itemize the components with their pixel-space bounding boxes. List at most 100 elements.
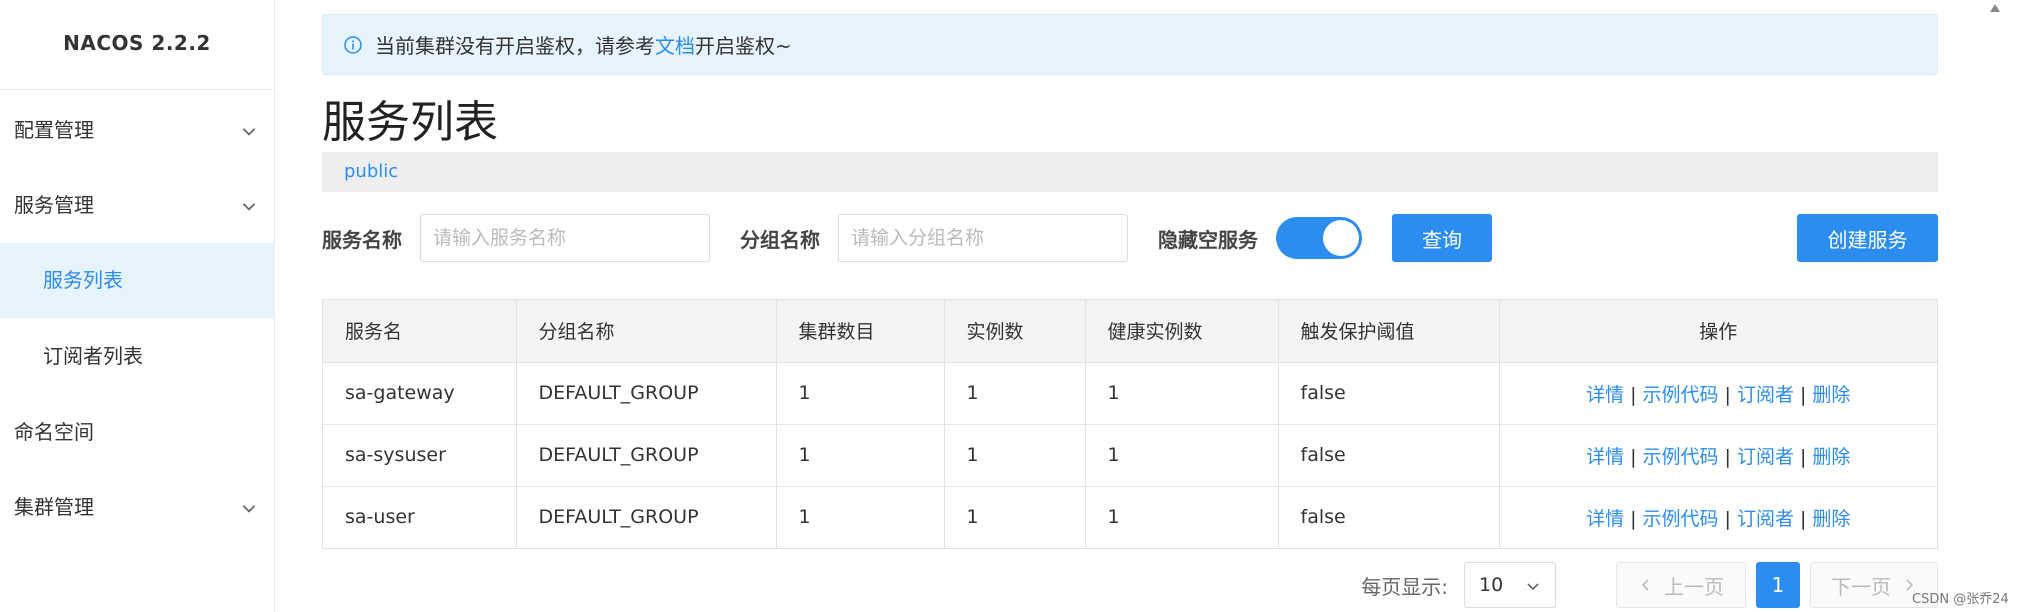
- subscribers-link[interactable]: 订阅者: [1737, 508, 1794, 530]
- cell-instance-count: 1: [944, 486, 1086, 548]
- cell-actions: 详情 | 示例代码 | 订阅者 | 删除: [1499, 486, 1937, 548]
- per-page-select[interactable]: 10: [1464, 562, 1556, 608]
- cell-healthy-count: 1: [1085, 424, 1279, 487]
- chevron-left-icon: [1641, 579, 1649, 591]
- chevron-down-icon: [239, 93, 259, 168]
- sample-code-link[interactable]: 示例代码: [1643, 446, 1719, 468]
- query-button[interactable]: 查询: [1392, 214, 1492, 262]
- cell-cluster-count: 1: [776, 362, 945, 425]
- brand-logo: NACOS 2.2.2: [0, 0, 274, 90]
- column-header: 分组名称: [516, 300, 777, 363]
- page-title: 服务列表: [322, 97, 498, 148]
- namespace-public[interactable]: public: [344, 161, 398, 182]
- column-header: 集群数目: [776, 300, 945, 363]
- cell-cluster-count: 1: [776, 486, 945, 548]
- cell-service-name: sa-sysuser: [323, 424, 517, 487]
- cell-service-name: sa-gateway: [323, 362, 517, 425]
- cell-group-name: DEFAULT_GROUP: [516, 486, 777, 548]
- delete-link[interactable]: 删除: [1812, 446, 1850, 468]
- action-separator: |: [1799, 507, 1807, 530]
- cell-threshold: false: [1278, 362, 1500, 425]
- column-header: 触发保护阈值: [1278, 300, 1500, 363]
- service-name-label: 服务名称: [322, 227, 402, 252]
- per-page-label: 每页显示:: [1361, 574, 1448, 599]
- filter-bar: 服务名称 分组名称 隐藏空服务 查询 创建服务: [322, 214, 1938, 262]
- subscribers-link[interactable]: 订阅者: [1737, 384, 1794, 406]
- action-separator: |: [1724, 507, 1731, 530]
- sidebar-item-service-list[interactable]: 服务列表: [0, 243, 275, 318]
- action-separator: |: [1724, 383, 1731, 406]
- cell-actions: 详情 | 示例代码 | 订阅者 | 删除: [1499, 362, 1937, 425]
- watermark: CSDN @张乔24: [1912, 592, 2009, 607]
- create-service-button[interactable]: 创建服务: [1797, 214, 1938, 262]
- alert-text: 当前集群没有开启鉴权，请参考: [375, 34, 655, 58]
- subscribers-link[interactable]: 订阅者: [1737, 446, 1794, 468]
- cell-healthy-count: 1: [1085, 362, 1279, 425]
- cell-threshold: false: [1278, 486, 1500, 548]
- chevron-down-icon: [239, 168, 259, 243]
- page-number-1[interactable]: 1: [1756, 562, 1800, 608]
- action-separator: |: [1799, 383, 1807, 406]
- toggle-knob: [1323, 220, 1359, 256]
- details-link[interactable]: 详情: [1586, 384, 1624, 406]
- column-header: 健康实例数: [1085, 300, 1279, 363]
- scroll-up-arrow-icon[interactable]: [1988, 2, 2002, 14]
- sidebar-item-label: 集群管理: [14, 495, 94, 519]
- prev-page-label: 上一页: [1664, 574, 1724, 599]
- auth-alert: 当前集群没有开启鉴权，请参考 文档 开启鉴权~: [322, 14, 1938, 75]
- delete-link[interactable]: 删除: [1812, 508, 1850, 530]
- sidebar-item-config-management[interactable]: 配置管理: [0, 93, 275, 168]
- prev-page-button[interactable]: 上一页: [1616, 562, 1746, 608]
- sidebar-item-subscriber-list[interactable]: 订阅者列表: [0, 319, 275, 394]
- cell-actions: 详情 | 示例代码 | 订阅者 | 删除: [1499, 424, 1937, 487]
- service-table: 服务名 分组名称 集群数目 实例数 健康实例数 触发保护阈值 操作 sa-gat…: [322, 299, 1938, 549]
- action-separator: |: [1630, 507, 1637, 530]
- group-name-label: 分组名称: [740, 227, 820, 252]
- action-separator: |: [1630, 445, 1637, 468]
- table-header-row: 服务名 分组名称 集群数目 实例数 健康实例数 触发保护阈值 操作: [323, 300, 1937, 363]
- cell-group-name: DEFAULT_GROUP: [516, 362, 777, 425]
- sample-code-link[interactable]: 示例代码: [1643, 508, 1719, 530]
- per-page-value: 10: [1479, 574, 1504, 596]
- next-page-label: 下一页: [1831, 574, 1891, 599]
- sidebar-item-namespace[interactable]: 命名空间: [0, 395, 275, 470]
- sidebar-item-label: 配置管理: [14, 118, 94, 142]
- group-name-input[interactable]: [838, 214, 1128, 262]
- docs-link[interactable]: 文档: [655, 30, 695, 59]
- info-icon: [344, 35, 362, 54]
- table-row: sa-sysuser DEFAULT_GROUP 1 1 1 false 详情 |…: [323, 424, 1937, 487]
- action-separator: |: [1724, 445, 1731, 468]
- cell-instance-count: 1: [944, 424, 1086, 487]
- hide-empty-toggle[interactable]: [1276, 217, 1362, 259]
- sidebar-item-label: 服务列表: [43, 268, 123, 292]
- table-row: sa-user DEFAULT_GROUP 1 1 1 false 详情 | 示例代…: [323, 486, 1937, 548]
- namespace-bar: public: [322, 152, 1938, 192]
- cell-instance-count: 1: [944, 362, 1086, 425]
- service-name-input[interactable]: [420, 214, 710, 262]
- cell-service-name: sa-user: [323, 486, 517, 548]
- sidebar: NACOS 2.2.2 配置管理 服务管理 服务列表 订阅者列表 命名空间 集群…: [0, 0, 275, 612]
- pagination: 每页显示: 10 上一页 1 下一页: [1361, 562, 1938, 608]
- sidebar-item-label: 命名空间: [14, 420, 94, 444]
- column-header: 操作: [1499, 300, 1937, 363]
- cell-group-name: DEFAULT_GROUP: [516, 424, 777, 487]
- sidebar-item-label: 订阅者列表: [43, 344, 143, 368]
- sidebar-item-label: 服务管理: [14, 193, 94, 217]
- details-link[interactable]: 详情: [1586, 508, 1624, 530]
- hide-empty-label: 隐藏空服务: [1158, 227, 1258, 252]
- cell-cluster-count: 1: [776, 424, 945, 487]
- action-separator: |: [1630, 383, 1637, 406]
- chevron-down-icon: [1527, 583, 1539, 591]
- delete-link[interactable]: 删除: [1812, 384, 1850, 406]
- chevron-down-icon: [239, 470, 259, 545]
- table-row: sa-gateway DEFAULT_GROUP 1 1 1 false 详情 |…: [323, 362, 1937, 425]
- cell-healthy-count: 1: [1085, 486, 1279, 548]
- details-link[interactable]: 详情: [1586, 446, 1624, 468]
- sidebar-item-cluster-management[interactable]: 集群管理: [0, 470, 275, 545]
- sidebar-item-service-management[interactable]: 服务管理: [0, 168, 275, 243]
- column-header: 服务名: [323, 300, 517, 363]
- cell-threshold: false: [1278, 424, 1500, 487]
- action-separator: |: [1799, 445, 1807, 468]
- sample-code-link[interactable]: 示例代码: [1643, 384, 1719, 406]
- column-header: 实例数: [944, 300, 1086, 363]
